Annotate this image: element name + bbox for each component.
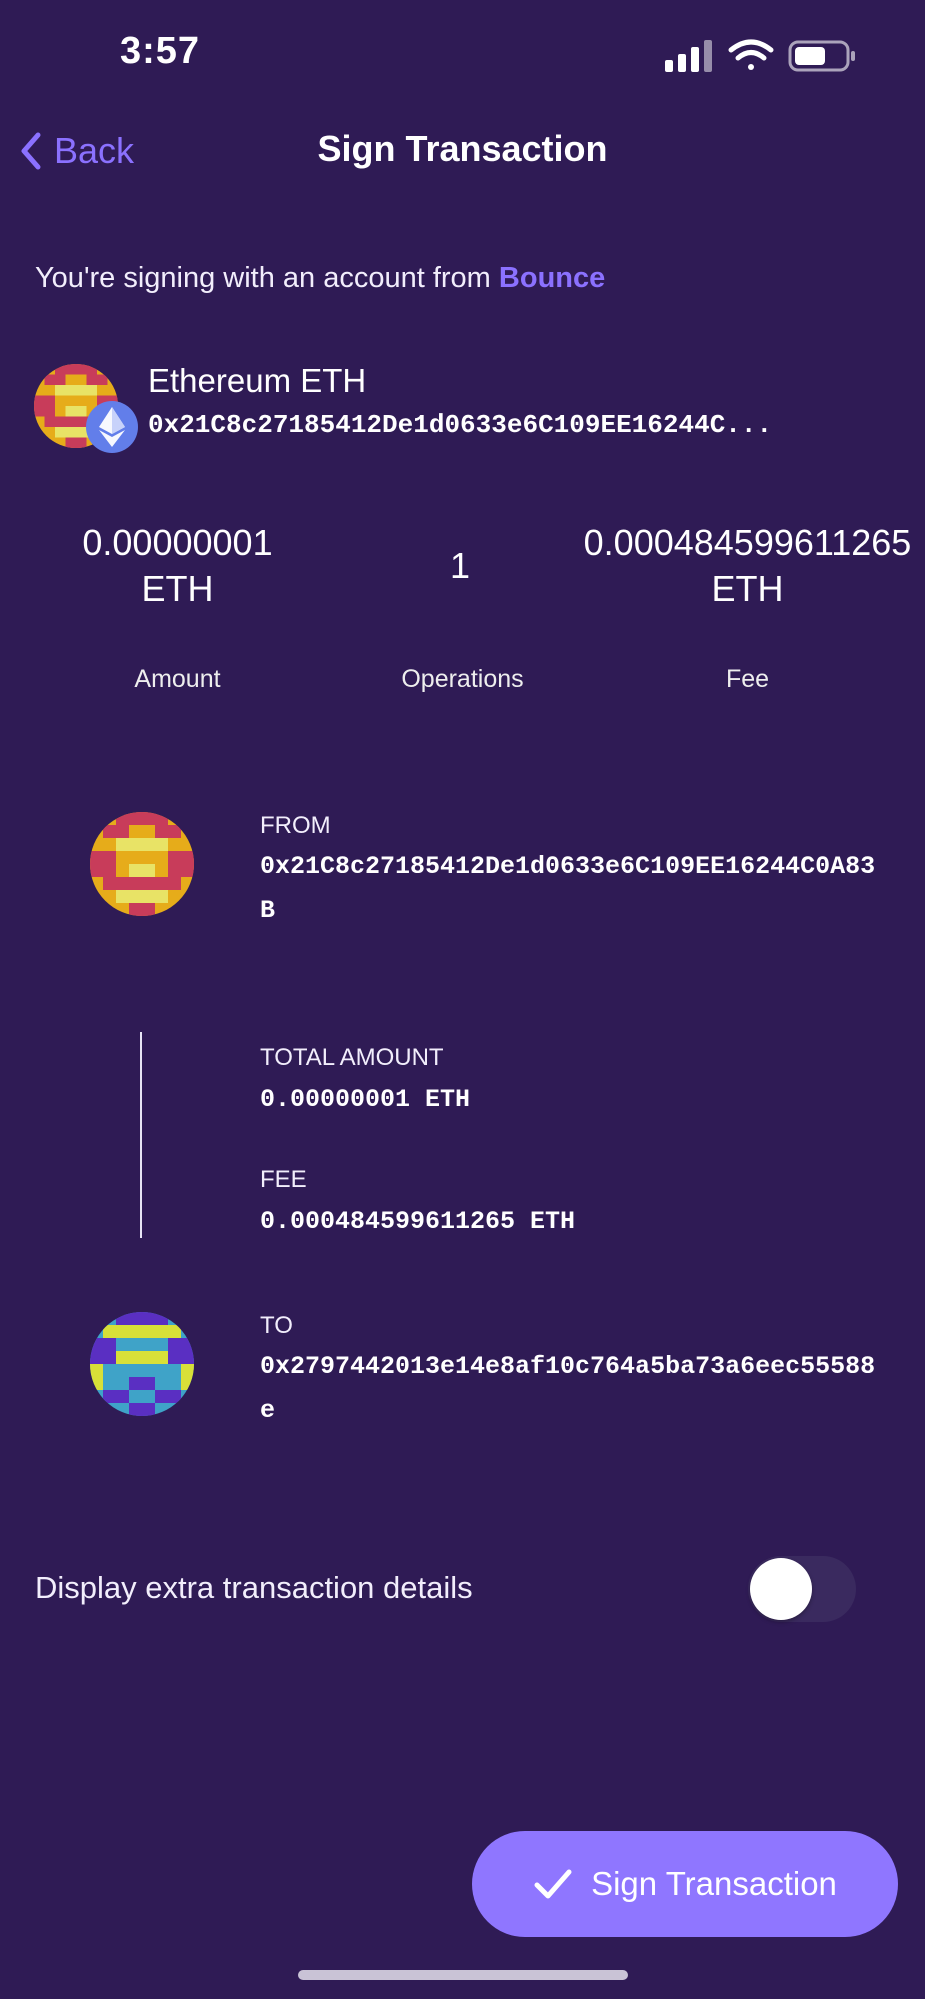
fee-number: 0.000484599611265 <box>583 522 912 563</box>
wifi-icon <box>728 39 774 70</box>
amount-value: 0.00000001 ETH <box>40 520 315 612</box>
operations-value: 1 <box>449 545 471 586</box>
network-name: Ethereum <box>148 362 292 399</box>
amount-label: Amount <box>134 665 221 693</box>
amount-number: 0.00000001 <box>82 522 273 563</box>
sign-transaction-button[interactable]: Sign Transaction <box>472 1831 898 1937</box>
network-symbol: ETH <box>300 362 367 399</box>
from-avatar <box>90 812 194 916</box>
account-address: 0x21C8c27185412De1d0633e6C109EE16244C... <box>148 410 773 440</box>
brand-name: Bounce <box>498 262 606 294</box>
from-address: 0x21C8c27185412De1d0633e6C109EE16244C0A8… <box>260 852 876 925</box>
to-label: TO <box>260 1312 293 1339</box>
from-label: FROM <box>260 812 331 839</box>
flow-fee-value: 0.000484599611265 ETH <box>260 1207 576 1236</box>
status-icons <box>665 36 865 76</box>
signing-notice: You're signing with an account from Boun… <box>35 262 605 295</box>
to-address: 0x2797442013e14e8af10c764a5ba73a6eec5558… <box>260 1352 876 1425</box>
account-network: Ethereum ETH <box>148 362 366 400</box>
total-amount-label: TOTAL AMOUNT <box>260 1044 444 1071</box>
checkmark-icon <box>534 1869 572 1899</box>
signal-icon <box>665 40 712 72</box>
fee-label: Fee <box>725 665 770 693</box>
toggle-knob <box>750 1558 812 1620</box>
operations-label: Operations <box>401 665 524 693</box>
sign-button-label: Sign Transaction <box>591 1865 837 1902</box>
signing-prefix: You're signing with an account from <box>35 262 499 294</box>
ethereum-icon <box>86 401 138 453</box>
fee-unit: ETH <box>711 568 784 609</box>
fee-value: 0.000484599611265 ETH <box>555 520 925 612</box>
battery-icon <box>788 40 855 72</box>
flow-fee-label: FEE <box>260 1166 307 1193</box>
extra-details-label: Display extra transaction details <box>35 1570 473 1605</box>
extra-details-toggle[interactable] <box>748 1556 856 1622</box>
amount-unit: ETH <box>141 568 214 609</box>
status-time: 3:57 <box>120 30 201 72</box>
page-title: Sign Transaction <box>317 128 608 169</box>
flow-connector <box>140 1032 142 1238</box>
total-amount-value: 0.00000001 ETH <box>260 1085 471 1114</box>
to-avatar <box>90 1312 194 1416</box>
home-indicator[interactable] <box>298 1970 628 1980</box>
